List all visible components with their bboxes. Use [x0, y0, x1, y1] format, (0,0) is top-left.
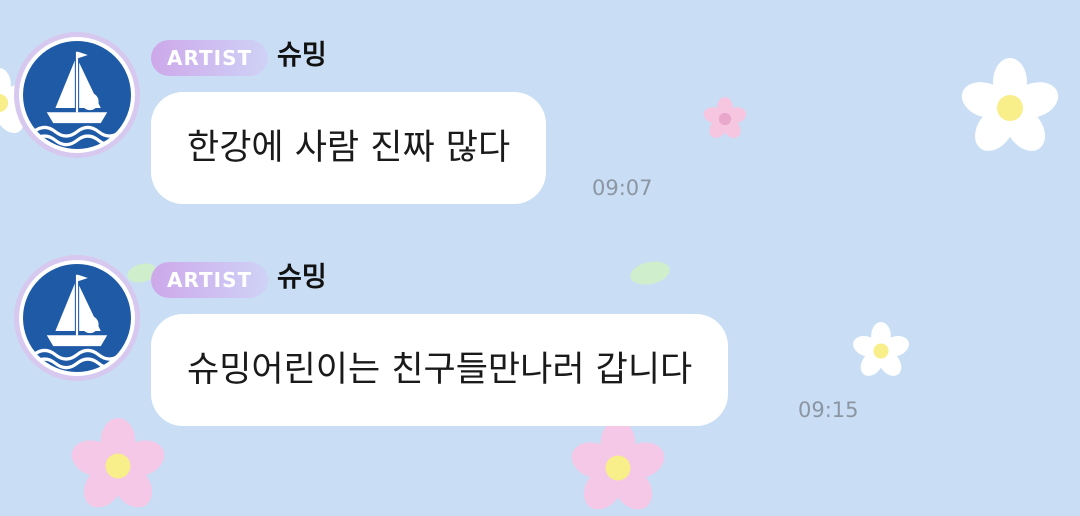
- artist-badge: ARTIST: [151, 262, 269, 298]
- avatar[interactable]: [14, 255, 140, 381]
- flower-icon: [71, 418, 165, 508]
- message-timestamp: 09:15: [798, 398, 859, 422]
- message-bubble[interactable]: 한강에 사람 진짜 많다: [151, 92, 547, 204]
- flower-icon: [571, 420, 665, 510]
- leaf-icon: [630, 261, 670, 285]
- flower-icon: [853, 322, 909, 376]
- avatar[interactable]: [14, 32, 140, 158]
- sailor-ship-avatar-icon: [23, 41, 131, 149]
- chat-message: ARTIST 슈밍 슈밍어린이는 친구들만나러 갑니다 09:15: [0, 0, 1080, 473]
- message-bubble[interactable]: 슈밍어린이는 친구들만나러 갑니다: [151, 314, 729, 426]
- message-timestamp: 09:07: [592, 176, 653, 200]
- flower-icon: [703, 97, 747, 138]
- sailor-ship-avatar-icon: [23, 264, 131, 372]
- sender-name: 슈밍: [277, 262, 327, 293]
- sender-name: 슈밍: [277, 40, 327, 71]
- artist-badge: ARTIST: [151, 40, 269, 76]
- flower-icon: [961, 58, 1059, 151]
- leaf-icon: [127, 263, 157, 283]
